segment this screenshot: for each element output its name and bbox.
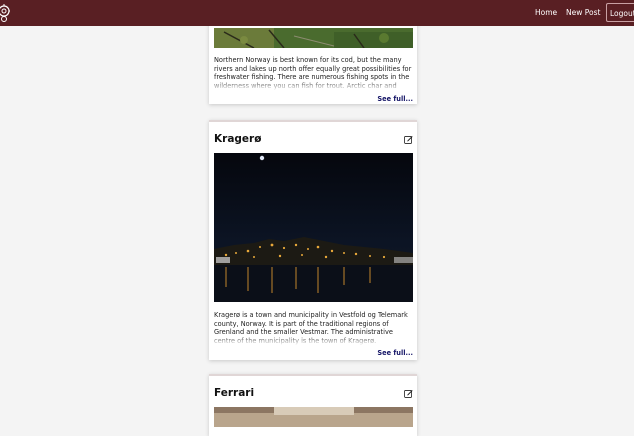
post-card: Kragerø Kragerø is a town and municipali… xyxy=(209,120,417,360)
nav-new-post-link[interactable]: New Post xyxy=(566,8,600,17)
logout-button[interactable]: Logout xyxy=(606,3,634,22)
post-image xyxy=(214,407,413,427)
post-title: Ferrari xyxy=(214,387,255,399)
post-excerpt: Northern Norway is best known for its co… xyxy=(214,56,412,90)
edit-icon[interactable] xyxy=(404,389,413,398)
see-full-link[interactable]: See full... xyxy=(377,95,413,103)
see-full-link[interactable]: See full... xyxy=(377,349,413,357)
post-card: Ferrari xyxy=(209,374,417,436)
edit-icon[interactable] xyxy=(404,135,413,144)
gear-logo-icon[interactable] xyxy=(0,3,12,23)
post-image xyxy=(214,153,413,302)
post-excerpt: Kragerø is a town and municipality in Ve… xyxy=(214,311,412,345)
post-title: Kragerø xyxy=(214,133,262,145)
nav-home-link[interactable]: Home xyxy=(535,8,557,17)
navbar: Home New Post Logout xyxy=(0,0,634,26)
